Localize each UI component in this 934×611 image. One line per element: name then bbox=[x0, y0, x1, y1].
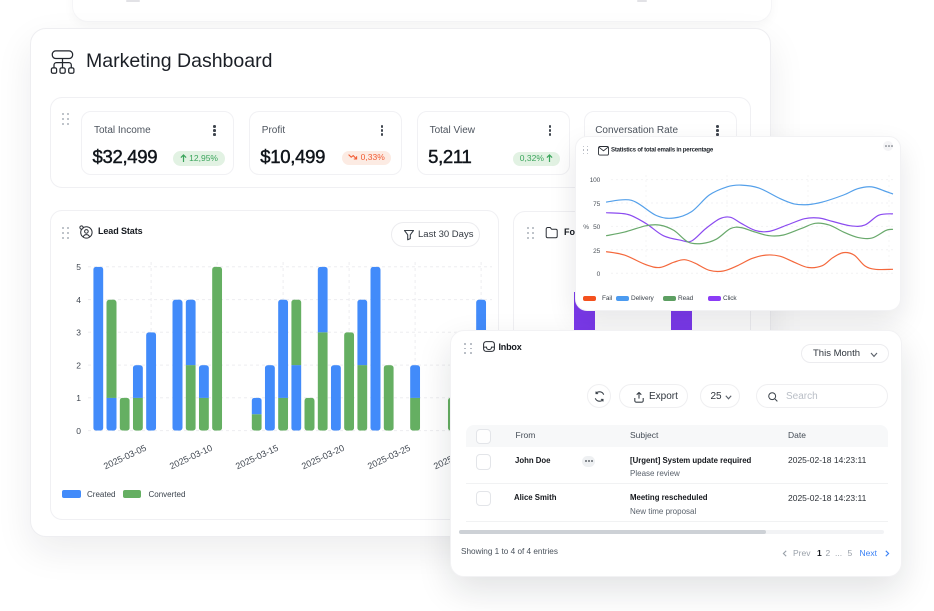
svg-text:2025-03-05: 2025-03-05 bbox=[102, 443, 148, 472]
svg-text:2025-03-20: 2025-03-20 bbox=[300, 443, 346, 472]
svg-text:4: 4 bbox=[76, 295, 81, 305]
svg-text:2: 2 bbox=[76, 360, 81, 370]
svg-text:5: 5 bbox=[76, 262, 81, 272]
svg-text:3: 3 bbox=[76, 328, 81, 338]
svg-text:0: 0 bbox=[76, 426, 81, 436]
svg-text:2025-03-25: 2025-03-25 bbox=[366, 443, 412, 472]
svg-text:2025-03-10: 2025-03-10 bbox=[168, 443, 214, 472]
svg-text:1: 1 bbox=[76, 393, 81, 403]
svg-text:2025-03-15: 2025-03-15 bbox=[234, 443, 280, 472]
